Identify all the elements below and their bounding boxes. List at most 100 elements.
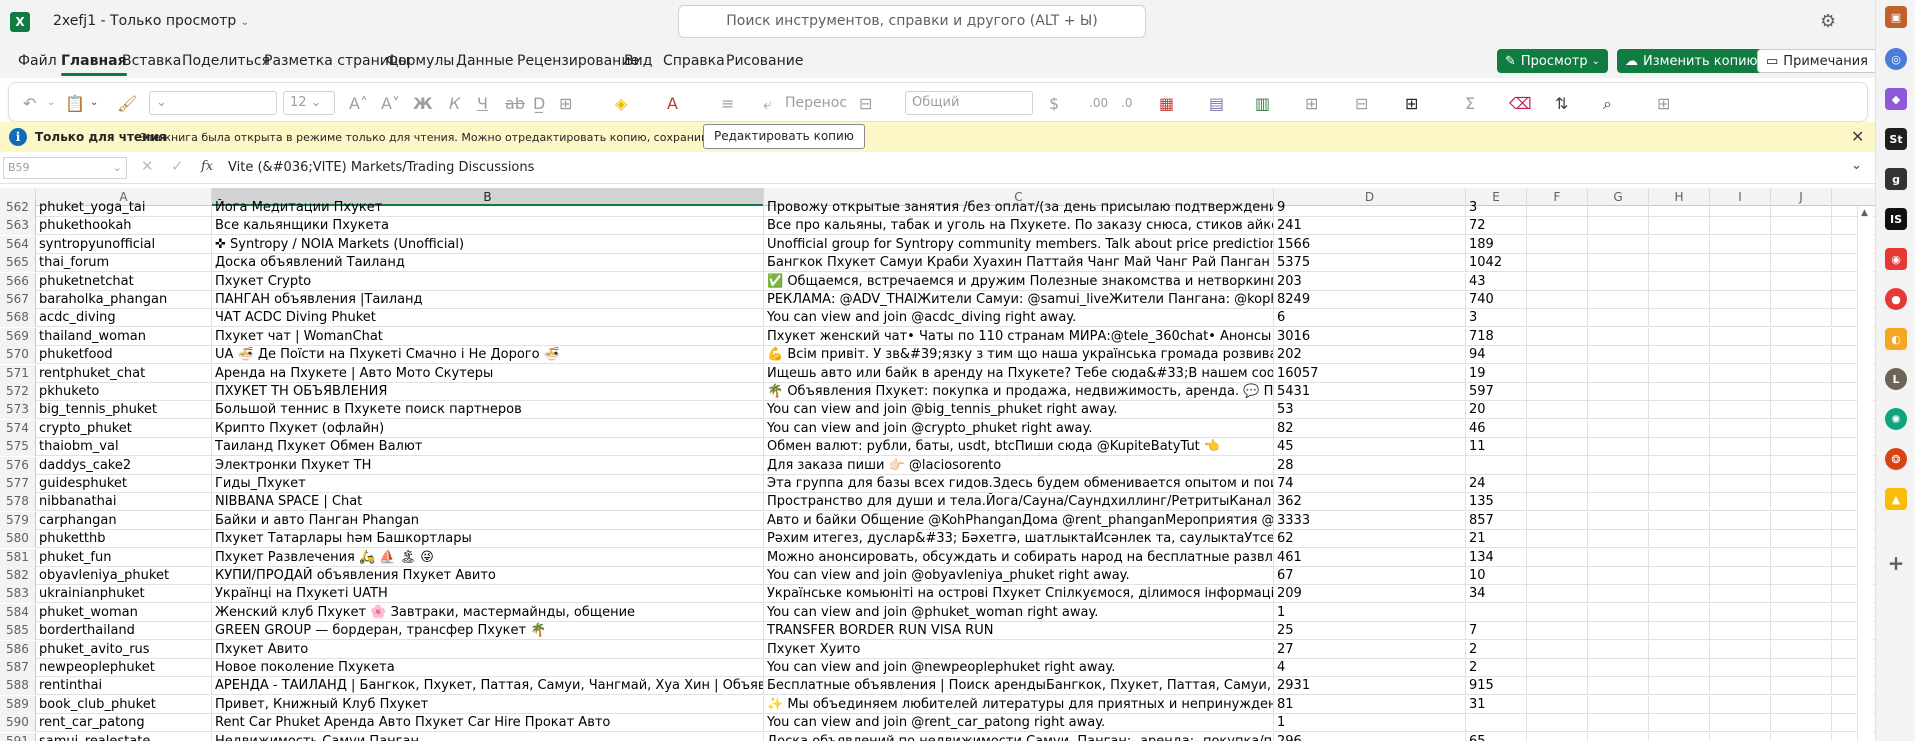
cell-h[interactable] (1649, 364, 1710, 383)
cell-h[interactable] (1649, 456, 1710, 475)
conditional-format-icon[interactable]: ▦ (1159, 94, 1174, 113)
cell-a[interactable]: big_tennis_phuket (36, 401, 212, 420)
cell-c[interactable]: 🌴 Объявления Пхукет: покупка и продажа, … (764, 383, 1274, 401)
cell-i[interactable] (1710, 732, 1771, 741)
cell-d[interactable]: 362 (1274, 493, 1466, 512)
formula-input[interactable]: Vite (&#036;VITE) Markets/Trading Discus… (228, 160, 534, 175)
cell-i[interactable] (1710, 695, 1771, 714)
cell-j[interactable] (1771, 695, 1832, 714)
cell-g[interactable] (1588, 272, 1649, 291)
cell-b[interactable]: ПАНГАН объявления |Таиланд (212, 291, 764, 309)
cell-c[interactable]: 💪 Всім привіт. У зв&#39;язку з тим що на… (764, 346, 1274, 365)
cell-f[interactable] (1527, 272, 1588, 291)
cell-i[interactable] (1710, 714, 1771, 733)
cell-c[interactable]: Пхукет женский чат• Чаты по 110 странам … (764, 327, 1274, 346)
cell-d[interactable]: 6 (1274, 309, 1466, 328)
cell-a[interactable]: nibbanathai (36, 493, 212, 512)
cell-b[interactable]: Пхукет Авито (212, 640, 764, 659)
cell-j[interactable] (1771, 309, 1832, 328)
cell-d[interactable]: 67 (1274, 567, 1466, 585)
cell-c[interactable]: ✨ Мы объединяем любителей литературы для… (764, 695, 1274, 714)
cell-e[interactable]: 10 (1466, 567, 1527, 585)
cell-h[interactable] (1649, 199, 1710, 217)
cell-d[interactable]: 81 (1274, 695, 1466, 714)
cell-e[interactable] (1466, 603, 1527, 622)
cell-g[interactable] (1588, 438, 1649, 457)
cell-b[interactable]: NIBBANA SPACE | Chat (212, 493, 764, 512)
row-header[interactable]: 579 (0, 511, 36, 530)
cell-d[interactable]: 9 (1274, 199, 1466, 217)
cell-b[interactable]: Пхукет Развлечения 🛵 ⛵ 🏝 😜 (212, 548, 764, 567)
cell-h[interactable] (1649, 493, 1710, 512)
cell-e[interactable]: 740 (1466, 291, 1527, 309)
cell-d[interactable]: 461 (1274, 548, 1466, 567)
cell-b[interactable]: ЧАТ ACDC Diving Phuket (212, 309, 764, 328)
row-header[interactable]: 570 (0, 346, 36, 365)
red-app-icon[interactable]: ◉ (1885, 248, 1907, 270)
font-name-select[interactable]: ⌄ (149, 91, 277, 115)
cell-f[interactable] (1527, 732, 1588, 741)
cell-h[interactable] (1649, 235, 1710, 254)
cell-b[interactable]: Байки и авто Панган Phangan (212, 511, 764, 530)
orange-app-icon[interactable]: ◐ (1885, 328, 1907, 350)
cell-h[interactable] (1649, 309, 1710, 328)
chevron-down-icon[interactable]: ⌄ (1851, 158, 1862, 173)
cell-j[interactable] (1771, 346, 1832, 365)
cell-c[interactable]: You can view and join @big_tennis_phuket… (764, 401, 1274, 420)
cell-d[interactable]: 5431 (1274, 383, 1466, 401)
row-header[interactable]: 582 (0, 567, 36, 585)
cell-j[interactable] (1771, 272, 1832, 291)
cell-j[interactable] (1771, 493, 1832, 512)
cell-a[interactable]: borderthailand (36, 622, 212, 641)
cell-j[interactable] (1771, 235, 1832, 254)
cell-j[interactable] (1771, 585, 1832, 604)
cell-i[interactable] (1710, 199, 1771, 217)
cell-i[interactable] (1710, 364, 1771, 383)
cell-d[interactable]: 3016 (1274, 327, 1466, 346)
cell-e[interactable]: 31 (1466, 695, 1527, 714)
cell-f[interactable] (1527, 235, 1588, 254)
cell-a[interactable]: obyavleniya_phuket (36, 567, 212, 585)
cell-e[interactable]: 1042 (1466, 254, 1527, 273)
cell-g[interactable] (1588, 493, 1649, 512)
cell-c[interactable]: Авто и байки Общение @KohPhanganДома @re… (764, 511, 1274, 530)
cell-a[interactable]: phuketthb (36, 530, 212, 549)
format-as-table-icon[interactable]: ▤ (1209, 94, 1224, 113)
align-icon[interactable]: ≡ (721, 94, 734, 113)
row-header[interactable]: 591 (0, 732, 36, 741)
fire-app-icon[interactable]: ❂ (1885, 448, 1907, 470)
row-header[interactable]: 588 (0, 677, 36, 696)
cell-i[interactable] (1710, 254, 1771, 273)
double-underline-icon[interactable]: D̲ (533, 94, 545, 113)
cell-i[interactable] (1710, 567, 1771, 585)
cell-b[interactable]: Rent Car Phuket Аренда Авто Пхукет Car H… (212, 714, 764, 733)
cell-b[interactable]: Большой теннис в Пхукете поиск партнеров (212, 401, 764, 420)
cell-styles-icon[interactable]: ▥ (1255, 94, 1270, 113)
cell-f[interactable] (1527, 603, 1588, 622)
cell-b[interactable]: Пхукет чат | WomanChat (212, 327, 764, 346)
row-header[interactable]: 573 (0, 401, 36, 420)
cell-i[interactable] (1710, 438, 1771, 457)
row-header[interactable]: 566 (0, 272, 36, 291)
cell-a[interactable]: crypto_phuket (36, 419, 212, 438)
cell-c[interactable]: Ищешь авто или байк в аренду на Пхукете?… (764, 364, 1274, 383)
cell-d[interactable]: 209 (1274, 585, 1466, 604)
cell-f[interactable] (1527, 640, 1588, 659)
cell-e[interactable]: 46 (1466, 419, 1527, 438)
cell-j[interactable] (1771, 714, 1832, 733)
g-app-icon[interactable]: g (1885, 168, 1907, 190)
cell-i[interactable] (1710, 622, 1771, 641)
cell-f[interactable] (1527, 217, 1588, 236)
cell-g[interactable] (1588, 603, 1649, 622)
cell-i[interactable] (1710, 401, 1771, 420)
cell-a[interactable]: phuketfood (36, 346, 212, 365)
cell-j[interactable] (1771, 548, 1832, 567)
cell-f[interactable] (1527, 567, 1588, 585)
cell-b[interactable]: ✜ Syntropy / NOIA Markets (Unofficial) (212, 235, 764, 254)
cell-h[interactable] (1649, 732, 1710, 741)
cell-h[interactable] (1649, 327, 1710, 346)
close-icon[interactable]: ✕ (1851, 127, 1864, 146)
cell-e[interactable]: 134 (1466, 548, 1527, 567)
cell-j[interactable] (1771, 475, 1832, 493)
cell-g[interactable] (1588, 401, 1649, 420)
